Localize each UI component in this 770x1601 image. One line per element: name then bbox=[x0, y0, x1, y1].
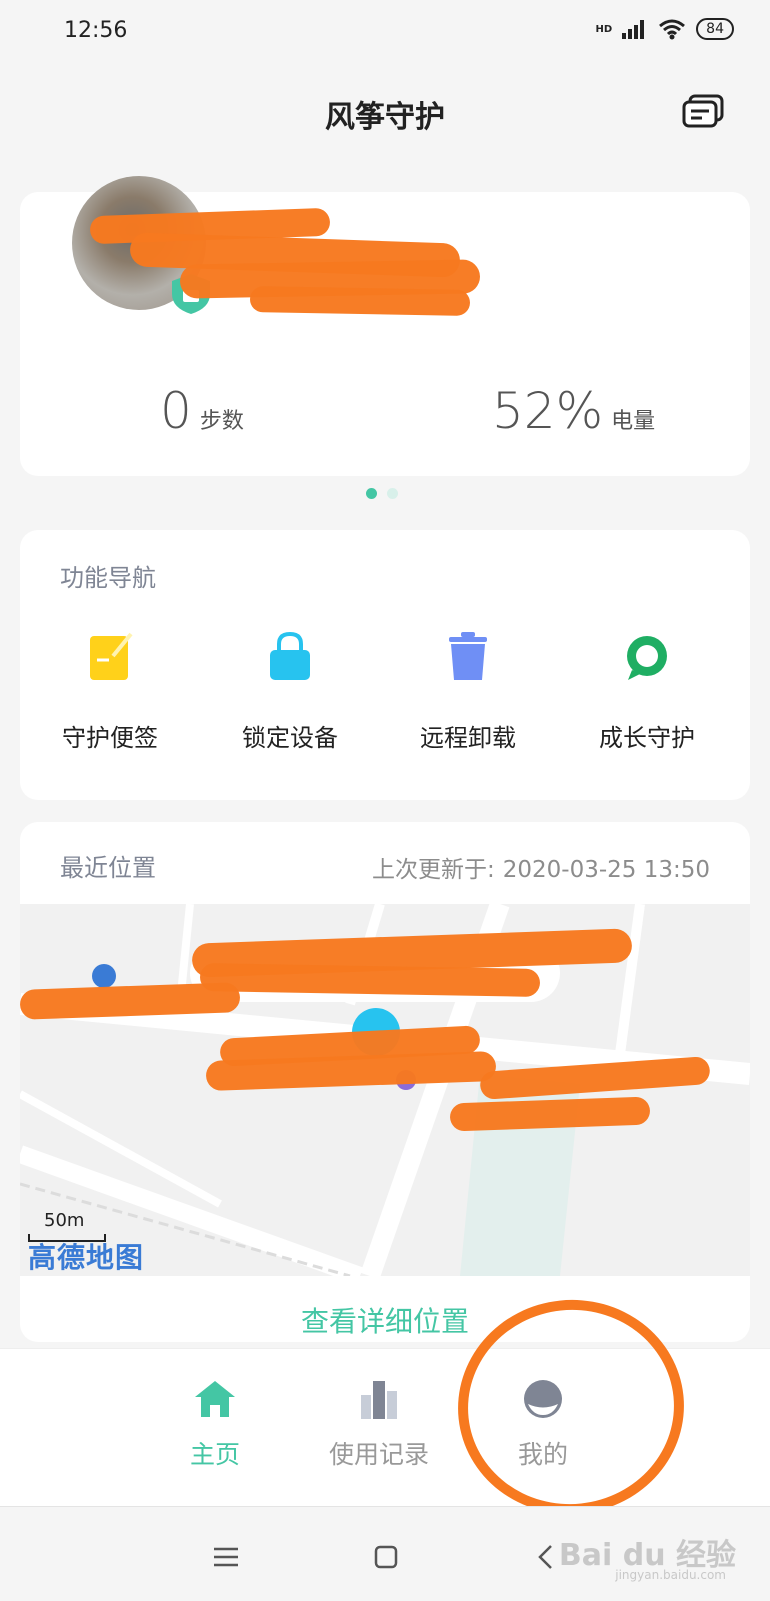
func-label: 成长守护 bbox=[599, 724, 695, 752]
battery-indicator: 84 bbox=[696, 18, 734, 40]
message-list-icon[interactable] bbox=[682, 94, 724, 128]
tab-home[interactable]: 主页 bbox=[140, 1377, 290, 1471]
home-icon bbox=[195, 1381, 235, 1417]
location-map[interactable]: 50m 高德地图 bbox=[20, 904, 750, 1276]
function-nav-card: 功能导航 守护便签 锁定设备 远程卸载 成长守护 bbox=[20, 530, 750, 800]
signal-icon bbox=[622, 20, 645, 39]
pager-dot-active bbox=[366, 488, 377, 499]
device-profile-card[interactable]: 0 步数 52% 电量 bbox=[20, 176, 750, 476]
last-updated-label: 上次更新于: bbox=[371, 857, 495, 883]
map-provider-logo: 高德地图 bbox=[28, 1241, 145, 1274]
steps-label: 步数 bbox=[199, 409, 244, 434]
trash-icon bbox=[449, 632, 487, 680]
page-title: 风筝守护 bbox=[325, 100, 445, 135]
menu-icon[interactable] bbox=[206, 1537, 246, 1577]
chat-ring-icon bbox=[627, 636, 667, 680]
steps-value: 0 bbox=[160, 382, 192, 440]
location-title: 最近位置 bbox=[60, 854, 156, 882]
lock-icon bbox=[270, 631, 310, 680]
redaction-mark bbox=[199, 963, 541, 997]
watermark-url: jingyan.baidu.com bbox=[615, 1568, 726, 1582]
battery-stat: 52% 电量 bbox=[492, 382, 655, 440]
redaction-mark bbox=[249, 286, 471, 316]
func-item-note[interactable]: 守护便签 bbox=[25, 630, 195, 753]
tab-label: 使用记录 bbox=[328, 1440, 429, 1469]
steps-stat: 0 步数 bbox=[160, 382, 244, 440]
func-label: 锁定设备 bbox=[242, 724, 338, 752]
recent-location-card: 最近位置 上次更新于: 2020-03-25 13:50 50m 高德地图 查看… bbox=[20, 822, 750, 1342]
func-label: 守护便签 bbox=[62, 724, 158, 752]
func-item-lock[interactable]: 锁定设备 bbox=[205, 630, 375, 753]
func-item-growth[interactable]: 成长守护 bbox=[562, 630, 732, 753]
battery-value: 52% bbox=[492, 382, 604, 440]
last-updated-time: 2020-03-25 13:50 bbox=[502, 857, 710, 883]
battery-label: 电量 bbox=[611, 409, 656, 434]
home-square-icon[interactable] bbox=[366, 1537, 406, 1577]
map-scale-label: 50m bbox=[44, 1210, 85, 1231]
bar-chart-icon bbox=[361, 1381, 397, 1419]
func-label: 远程卸载 bbox=[420, 724, 516, 752]
tab-usage-records[interactable]: 使用记录 bbox=[304, 1377, 454, 1471]
wifi-icon bbox=[659, 19, 686, 40]
status-icons: HD 84 bbox=[595, 18, 734, 40]
note-icon bbox=[90, 632, 133, 680]
pager-dots bbox=[366, 488, 398, 499]
network-type: HD bbox=[595, 23, 613, 35]
pager-dot bbox=[387, 488, 398, 499]
tab-label: 主页 bbox=[189, 1440, 240, 1469]
func-item-uninstall[interactable]: 远程卸载 bbox=[383, 630, 553, 753]
last-updated: 上次更新于: 2020-03-25 13:50 bbox=[372, 850, 710, 884]
status-time: 12:56 bbox=[64, 18, 128, 43]
function-nav-title: 功能导航 bbox=[60, 564, 156, 592]
